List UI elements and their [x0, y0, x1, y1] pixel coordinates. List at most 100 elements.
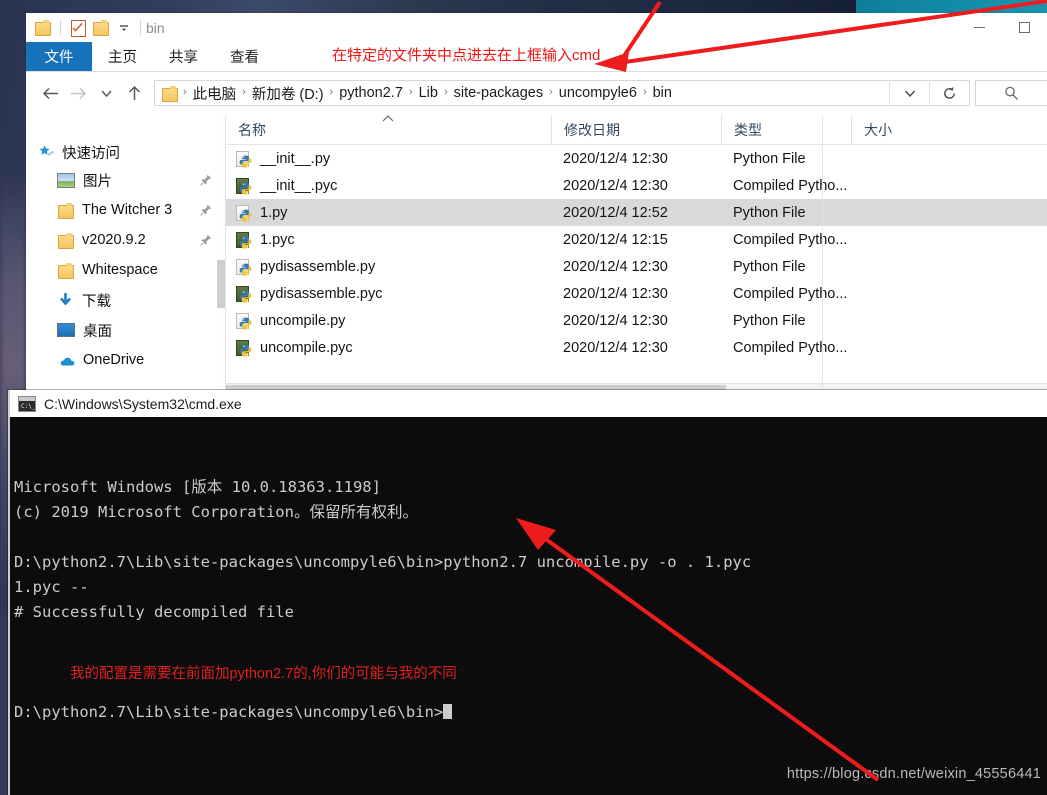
window-split-edge [822, 115, 823, 390]
cmd-output-area[interactable]: Microsoft Windows [版本 10.0.18363.1198] (c… [8, 417, 1047, 795]
table-row[interactable]: pydisassemble.py 2020/12/4 12:30 Python Fi… [226, 253, 1047, 280]
sidebar-item-label: 图片 [83, 173, 112, 190]
back-button[interactable] [36, 77, 64, 109]
navigation-pane-scrollbar[interactable] [217, 115, 225, 390]
sidebar-item-onedrive[interactable]: OneDrive [26, 345, 225, 375]
breadcrumb-right-buttons[interactable] [889, 80, 969, 106]
sidebar-item-5[interactable]: 下载 [26, 285, 225, 315]
table-row[interactable]: 1.pyc 2020/12/4 12:15 Compiled Pytho... [226, 226, 1047, 253]
address-bar[interactable]: › 此电脑 › 新加卷 (D:) › python2.7 › Lib › site-package… [26, 72, 1047, 114]
file-name-cell[interactable]: uncompile.py [226, 312, 551, 330]
table-row[interactable]: 1.py 2020/12/4 12:52 Python File [226, 199, 1047, 226]
toolbar-divider-2 [140, 20, 141, 35]
file-explorer-window[interactable]: bin 文件 主页 共享 查看 在特定的文件夹中点进去在上框输入cmd › 此电… [26, 13, 1047, 390]
new-folder-icon[interactable] [92, 20, 109, 36]
minimize-button[interactable] [957, 13, 1002, 42]
sidebar-item-4[interactable]: Whitespace [26, 255, 225, 285]
navigation-pane-scrollbar-thumb[interactable] [217, 260, 225, 308]
tab-file[interactable]: 文件 [26, 42, 92, 71]
column-header-4[interactable]: 大小 [851, 115, 921, 145]
file-modified-cell: 2020/12/4 12:30 [563, 150, 668, 167]
cmd-line-2: (c) 2019 Microsoft Corporation。保留所有权利。 [14, 503, 418, 521]
table-row[interactable]: __init__.pyc 2020/12/4 12:30 Compiled Pyth… [226, 172, 1047, 199]
breadcrumb-dropdown-button[interactable] [889, 80, 929, 106]
tab-home[interactable]: 主页 [92, 42, 153, 71]
cmd-line-6: # Successfully decompiled file [14, 603, 294, 621]
command-prompt-window[interactable]: C:\_ C:\Windows\System32\cmd.exe Microso… [8, 390, 1047, 795]
breadcrumb-bar[interactable]: › 此电脑 › 新加卷 (D:) › python2.7 › Lib › site-package… [154, 80, 970, 106]
cmd-line-5: 1.pyc -- [14, 578, 89, 596]
quick-access-toolbar[interactable] [34, 19, 144, 37]
sidebar-item-2[interactable]: The Witcher 3 [26, 195, 225, 225]
cmd-title-bar[interactable]: C:\_ C:\Windows\System32\cmd.exe [8, 390, 1047, 417]
maximize-button[interactable] [1002, 13, 1047, 42]
breadcrumb-separator[interactable]: › [182, 86, 188, 98]
window-controls[interactable] [957, 13, 1047, 42]
ribbon-tab-bar[interactable]: 文件 主页 共享 查看 在特定的文件夹中点进去在上框输入cmd [26, 42, 1047, 71]
file-name-cell[interactable]: 1.py [226, 204, 551, 222]
sidebar-item-3[interactable]: v2020.9.2 [26, 225, 225, 255]
python-compiled-file-icon [236, 177, 253, 195]
properties-icon[interactable] [70, 19, 86, 37]
navigation-pane[interactable]: 快速访问 图片 The Witcher 3 v2020.9.2 Whitespace 下… [26, 115, 225, 390]
tab-share[interactable]: 共享 [153, 42, 214, 71]
sidebar-item-1[interactable]: 图片 [26, 165, 225, 195]
python-compiled-file-icon [236, 231, 253, 249]
breadcrumb-segment-6[interactable]: uncompyle6 [554, 85, 642, 101]
table-row[interactable]: uncompile.pyc 2020/12/4 12:30 Compiled Pyt… [226, 334, 1047, 361]
cmd-line-7 [14, 625, 1047, 650]
file-rows[interactable]: __init__.py 2020/12/4 12:30 Python File __i… [226, 145, 1047, 361]
file-name-cell[interactable]: __init__.pyc [226, 177, 551, 195]
table-row[interactable]: pydisassemble.pyc 2020/12/4 12:30 Compiled… [226, 280, 1047, 307]
file-name-cell[interactable]: pydisassemble.pyc [226, 285, 551, 303]
explorer-title-bar[interactable]: bin [26, 13, 1047, 42]
breadcrumb-separator[interactable]: › [443, 86, 449, 98]
breadcrumb-separator[interactable]: › [408, 86, 414, 98]
refresh-button[interactable] [929, 80, 969, 106]
onedrive-cloud-icon [57, 354, 75, 367]
breadcrumb-separator[interactable]: › [329, 86, 335, 98]
breadcrumb-segment-3[interactable]: python2.7 [334, 85, 408, 101]
file-name-cell[interactable]: 1.pyc [226, 231, 551, 249]
recent-locations-button[interactable] [92, 77, 120, 109]
pin-icon[interactable] [200, 204, 212, 219]
annotation-address-bar-hint: 在特定的文件夹中点进去在上框输入cmd [332, 47, 601, 64]
sidebar-item-6[interactable]: 桌面 [26, 315, 225, 345]
breadcrumb-separator[interactable]: › [548, 86, 554, 98]
breadcrumb-separator[interactable]: › [642, 86, 648, 98]
breadcrumb-segment-2[interactable]: 新加卷 (D:) [247, 83, 329, 104]
breadcrumb-segment-4[interactable]: Lib [414, 85, 443, 101]
search-input[interactable] [975, 80, 1047, 106]
forward-button[interactable] [64, 77, 92, 109]
file-list[interactable]: 名称 修改日期 类型 大小 __init__.py 2020/12/4 12:30 Pyt… [226, 115, 1047, 390]
file-name-cell[interactable]: __init__.py [226, 150, 551, 168]
up-button[interactable] [120, 77, 148, 109]
chevron-down-icon[interactable] [117, 21, 131, 35]
folder-icon[interactable] [34, 20, 51, 36]
folder-icon [57, 262, 74, 279]
file-modified-cell: 2020/12/4 12:15 [563, 231, 668, 248]
download-arrow-icon [57, 292, 74, 308]
breadcrumb-segment-7[interactable]: bin [648, 85, 677, 101]
file-modified-cell: 2020/12/4 12:30 [563, 312, 668, 329]
python-compiled-file-icon [236, 285, 253, 303]
breadcrumb-segment-5[interactable]: site-packages [449, 85, 548, 101]
tab-view[interactable]: 查看 [214, 42, 275, 71]
file-name-cell[interactable]: uncompile.pyc [226, 339, 551, 357]
file-modified-cell: 2020/12/4 12:30 [563, 285, 668, 302]
column-header-2[interactable]: 修改日期 [551, 115, 721, 145]
breadcrumb-segment-1[interactable]: 此电脑 [188, 83, 242, 104]
sidebar-items[interactable]: 图片 The Witcher 3 v2020.9.2 Whitespace 下载 桌面 [26, 165, 225, 345]
file-name-cell[interactable]: pydisassemble.py [226, 258, 551, 276]
column-headers[interactable]: 名称 修改日期 类型 大小 [226, 115, 1047, 145]
table-row[interactable]: __init__.py 2020/12/4 12:30 Python File [226, 145, 1047, 172]
breadcrumb[interactable]: › 此电脑 › 新加卷 (D:) › python2.7 › Lib › site-package… [182, 83, 677, 104]
file-modified-cell: 2020/12/4 12:30 [563, 177, 668, 194]
pin-icon[interactable] [200, 234, 212, 249]
pin-icon[interactable] [200, 174, 212, 189]
file-list-horizontal-scrollbar[interactable] [226, 383, 1047, 390]
table-row[interactable]: uncompile.py 2020/12/4 12:30 Python File [226, 307, 1047, 334]
column-header-3[interactable]: 类型 [721, 115, 851, 145]
sidebar-item-quick-access[interactable]: 快速访问 [26, 139, 225, 165]
breadcrumb-separator[interactable]: › [241, 86, 247, 98]
